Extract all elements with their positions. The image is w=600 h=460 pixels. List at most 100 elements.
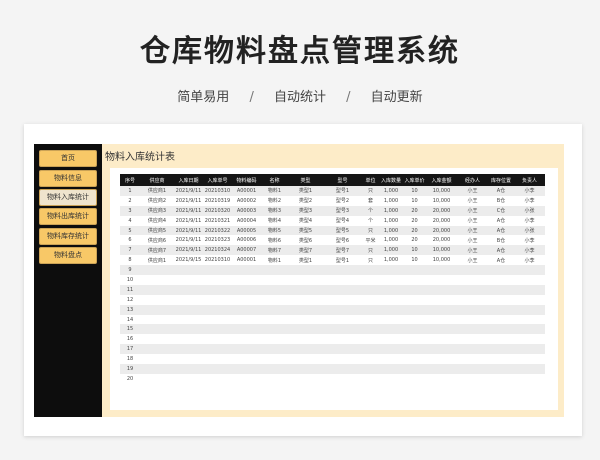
table-cell[interactable]: 20,000	[426, 235, 457, 246]
table-cell[interactable]: 13	[120, 304, 140, 315]
table-cell[interactable]	[174, 364, 203, 374]
table-cell[interactable]	[379, 265, 403, 276]
table-cell[interactable]	[288, 334, 323, 345]
table-cell[interactable]	[379, 284, 403, 295]
table-cell[interactable]: A00002	[232, 195, 261, 206]
table-cell[interactable]	[288, 373, 323, 384]
table-cell[interactable]	[288, 265, 323, 276]
table-cell[interactable]	[514, 304, 545, 315]
table-cell[interactable]: 20210322	[203, 225, 232, 236]
table-cell[interactable]	[174, 344, 203, 355]
table-cell[interactable]: 平米	[362, 235, 379, 246]
table-cell[interactable]: 2021/9/11	[174, 225, 203, 236]
table-cell[interactable]	[457, 354, 488, 365]
table-cell[interactable]	[323, 364, 362, 374]
table-cell[interactable]	[203, 294, 232, 305]
table-cell[interactable]: 10	[403, 195, 426, 206]
table-cell[interactable]	[261, 275, 288, 285]
table-cell[interactable]	[379, 334, 403, 345]
table-cell[interactable]	[203, 265, 232, 276]
table-cell[interactable]: 供应商1	[140, 186, 174, 196]
table-cell[interactable]	[140, 334, 174, 345]
table-cell[interactable]: 1,000	[379, 195, 403, 206]
table-cell[interactable]	[379, 294, 403, 305]
table-cell[interactable]: 物料1	[261, 186, 288, 196]
table-cell[interactable]: 型号3	[323, 205, 362, 216]
table-cell[interactable]	[261, 284, 288, 295]
table-cell[interactable]: 物料5	[261, 225, 288, 236]
table-cell[interactable]: 3	[120, 205, 140, 216]
table-cell[interactable]	[140, 265, 174, 276]
table-cell[interactable]	[323, 265, 362, 276]
table-cell[interactable]	[403, 265, 426, 276]
table-cell[interactable]	[514, 324, 545, 335]
table-cell[interactable]	[457, 265, 488, 276]
table-cell[interactable]	[203, 364, 232, 374]
table-cell[interactable]	[362, 344, 379, 355]
table-cell[interactable]	[323, 284, 362, 295]
table-cell[interactable]	[140, 364, 174, 374]
table-cell[interactable]	[261, 294, 288, 305]
table-cell[interactable]	[457, 314, 488, 325]
table-cell[interactable]	[403, 334, 426, 345]
table-cell[interactable]: 2021/9/11	[174, 235, 203, 246]
table-cell[interactable]	[174, 314, 203, 325]
table-cell[interactable]: 20	[403, 225, 426, 236]
table-cell[interactable]: 小张	[514, 205, 545, 216]
table-cell[interactable]	[457, 284, 488, 295]
nav-home[interactable]: 首页	[39, 150, 97, 167]
table-cell[interactable]	[288, 364, 323, 374]
table-cell[interactable]: 型号1	[323, 186, 362, 196]
table-cell[interactable]: 16	[120, 334, 140, 345]
table-cell[interactable]	[403, 275, 426, 285]
table-cell[interactable]: 20210319	[203, 195, 232, 206]
table-cell[interactable]	[288, 324, 323, 335]
table-cell[interactable]: A仓	[488, 215, 514, 226]
table-cell[interactable]	[514, 284, 545, 295]
table-cell[interactable]: 1,000	[379, 186, 403, 196]
table-cell[interactable]	[362, 364, 379, 374]
table-cell[interactable]: 20	[120, 373, 140, 384]
table-cell[interactable]: 2021/9/11	[174, 245, 203, 256]
table-cell[interactable]: 供应商1	[140, 255, 174, 266]
table-cell[interactable]: 类型2	[288, 195, 323, 206]
table-cell[interactable]	[514, 354, 545, 365]
table-cell[interactable]	[288, 275, 323, 285]
table-cell[interactable]: 类型6	[288, 235, 323, 246]
table-cell[interactable]: 小王	[457, 186, 488, 196]
table-cell[interactable]	[426, 324, 457, 335]
table-cell[interactable]	[426, 284, 457, 295]
table-cell[interactable]: 6	[120, 235, 140, 246]
table-cell[interactable]	[174, 324, 203, 335]
table-cell[interactable]: 只	[362, 255, 379, 266]
table-cell[interactable]	[174, 373, 203, 384]
table-cell[interactable]	[203, 344, 232, 355]
table-cell[interactable]	[488, 344, 514, 355]
table-cell[interactable]	[488, 373, 514, 384]
nav-outbound-stats[interactable]: 物料出库统计	[39, 208, 97, 225]
table-cell[interactable]: A00006	[232, 235, 261, 246]
table-cell[interactable]: 套	[362, 195, 379, 206]
table-cell[interactable]: 2021/9/11	[174, 215, 203, 226]
table-cell[interactable]: A00004	[232, 215, 261, 226]
table-cell[interactable]: 20	[403, 205, 426, 216]
table-cell[interactable]	[488, 324, 514, 335]
table-cell[interactable]	[488, 265, 514, 276]
table-cell[interactable]: 只	[362, 225, 379, 236]
table-cell[interactable]	[362, 334, 379, 345]
table-cell[interactable]	[261, 334, 288, 345]
table-cell[interactable]	[514, 373, 545, 384]
table-cell[interactable]: 20210323	[203, 235, 232, 246]
table-cell[interactable]	[426, 344, 457, 355]
table-cell[interactable]	[379, 275, 403, 285]
nav-material-info[interactable]: 物料信息	[39, 170, 97, 187]
table-cell[interactable]: 2	[120, 195, 140, 206]
table-cell[interactable]: 4	[120, 215, 140, 226]
table-cell[interactable]	[203, 373, 232, 384]
table-cell[interactable]	[140, 284, 174, 295]
table-cell[interactable]: 17	[120, 344, 140, 355]
table-cell[interactable]: 型号2	[323, 195, 362, 206]
table-cell[interactable]	[426, 373, 457, 384]
table-cell[interactable]	[232, 364, 261, 374]
table-cell[interactable]: 供应商6	[140, 235, 174, 246]
